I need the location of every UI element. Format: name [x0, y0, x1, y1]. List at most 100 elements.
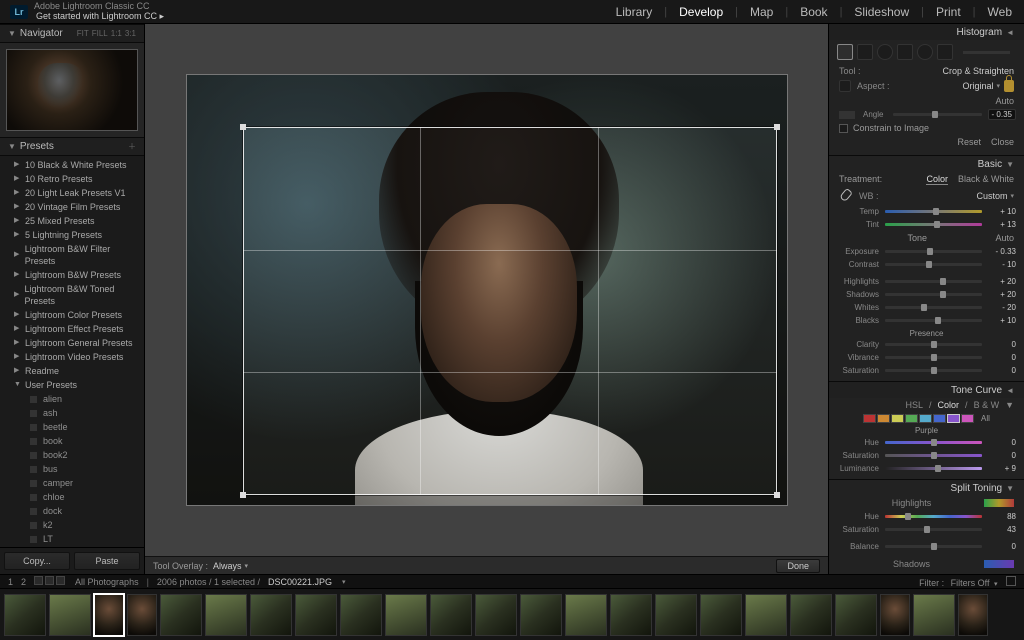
preset-item[interactable]: alien [0, 392, 144, 406]
preset-folder[interactable]: ▶Lightroom B&W Toned Presets [0, 282, 144, 308]
filmstrip[interactable] [0, 588, 1024, 640]
shadows-value[interactable]: + 20 [988, 290, 1016, 299]
blacks-slider[interactable] [885, 319, 982, 322]
navigator-thumbnail[interactable] [0, 43, 144, 137]
tint-slider[interactable] [885, 223, 982, 226]
filename-caret-icon[interactable]: ▾ [342, 578, 346, 586]
done-button[interactable]: Done [776, 559, 820, 573]
preset-item[interactable]: beetle [0, 420, 144, 434]
preset-item[interactable]: LT [0, 532, 144, 546]
wb-eyedropper-icon[interactable] [839, 189, 853, 203]
filmstrip-thumb[interactable] [295, 594, 337, 636]
split-hue-value[interactable]: 88 [988, 512, 1016, 521]
module-develop[interactable]: Develop [677, 3, 725, 21]
clarity-value[interactable]: 0 [988, 340, 1016, 349]
hsl-sat-slider[interactable] [885, 454, 982, 457]
highlights-slider[interactable] [885, 280, 982, 283]
spot-tool-button[interactable] [857, 44, 873, 60]
preset-item[interactable]: dock [0, 504, 144, 518]
saturation-value[interactable]: 0 [988, 366, 1016, 375]
module-library[interactable]: Library [614, 3, 655, 21]
brush-tool-button[interactable] [937, 44, 953, 60]
module-book[interactable]: Book [798, 3, 829, 21]
split-hue-slider[interactable] [885, 515, 982, 518]
filter-value[interactable]: Filters Off [951, 578, 990, 588]
preset-folder[interactable]: ▶Lightroom B&W Filter Presets [0, 242, 144, 268]
filter-caret-icon[interactable]: ▾ [994, 581, 998, 588]
filmstrip-thumb[interactable] [160, 594, 202, 636]
crop-handle-bl[interactable] [240, 492, 246, 498]
filmstrip-thumb[interactable] [385, 594, 427, 636]
preset-folder[interactable]: ▶Lightroom General Presets [0, 336, 144, 350]
wb-dropdown-icon[interactable]: ▾ [1010, 192, 1014, 200]
hsl-hue-value[interactable]: 0 [988, 438, 1016, 447]
crop-reset-link[interactable]: Reset [957, 137, 981, 147]
preset-item[interactable]: bus [0, 462, 144, 476]
get-started-link[interactable]: Get started with Lightroom CC ▸ [36, 11, 164, 22]
tool-overlay-caret-icon[interactable]: ▾ [245, 562, 249, 570]
split-sat-slider[interactable] [885, 528, 982, 531]
filmstrip-thumb[interactable] [913, 594, 955, 636]
preset-folder[interactable]: ▶10 Black & White Presets [0, 158, 144, 172]
tool-slider[interactable] [963, 51, 1010, 54]
preset-item[interactable]: chloe [0, 490, 144, 504]
vibrance-slider[interactable] [885, 356, 982, 359]
nav-mode-3-1[interactable]: 3:1 [125, 29, 136, 38]
collection-name[interactable]: All Photographs [75, 577, 139, 587]
exposure-value[interactable]: - 0.33 [988, 247, 1016, 256]
tone-curve-panel-header[interactable]: Tone Curve [951, 385, 1002, 396]
hsl-all[interactable]: All [981, 414, 990, 423]
crop-tool-button[interactable] [837, 44, 853, 60]
tool-overlay-value[interactable]: Always [213, 561, 242, 571]
filmstrip-thumb[interactable] [4, 594, 46, 636]
preset-item[interactable]: k2 [0, 518, 144, 532]
angle-value[interactable]: - 0.35 [988, 109, 1016, 120]
filter-lock-icon[interactable] [1006, 576, 1016, 586]
copy-button[interactable]: Copy... [4, 552, 70, 570]
aspect-icon[interactable] [839, 80, 851, 92]
preset-folder-user[interactable]: ▼User Presets [0, 378, 144, 392]
module-print[interactable]: Print [934, 3, 963, 21]
hsl-lum-slider[interactable] [885, 467, 982, 470]
crop-canvas[interactable] [187, 75, 787, 505]
crop-handle-br[interactable] [774, 492, 780, 498]
filmstrip-thumb[interactable] [655, 594, 697, 636]
shadows-slider[interactable] [885, 293, 982, 296]
filmstrip-thumb[interactable] [790, 594, 832, 636]
preset-folder[interactable]: ▶Lightroom B&W Presets [0, 268, 144, 282]
filmstrip-thumb[interactable] [127, 594, 157, 636]
histogram-panel-header[interactable]: Histogram [957, 27, 1003, 38]
filmstrip-thumb[interactable] [565, 594, 607, 636]
aspect-value[interactable]: Original [962, 81, 993, 91]
view-mode-1[interactable]: 1 [8, 577, 13, 587]
angle-auto[interactable]: Auto [995, 96, 1014, 106]
saturation-slider[interactable] [885, 369, 982, 372]
vibrance-value[interactable]: 0 [988, 353, 1016, 362]
preset-folder[interactable]: ▶5 Lightning Presets [0, 228, 144, 242]
contrast-value[interactable]: - 10 [988, 260, 1016, 269]
wb-value[interactable]: Custom [976, 191, 1007, 201]
constrain-checkbox[interactable] [839, 124, 848, 133]
split-balance-slider[interactable] [885, 545, 982, 548]
blacks-value[interactable]: + 10 [988, 316, 1016, 325]
exposure-slider[interactable] [885, 250, 982, 253]
treatment-color[interactable]: Color [926, 174, 948, 185]
filmstrip-thumb[interactable] [250, 594, 292, 636]
hsl-hue-slider[interactable] [885, 441, 982, 444]
color-tab[interactable]: Color [938, 400, 960, 410]
hsl-lum-value[interactable]: + 9 [988, 464, 1016, 473]
preset-folder[interactable]: ▶25 Mixed Presets [0, 214, 144, 228]
add-preset-icon[interactable]: ＋ [128, 141, 136, 152]
preset-folder[interactable]: ▶20 Light Leak Presets V1 [0, 186, 144, 200]
navigator-panel-header[interactable]: ▼ Navigator FITFILL1:13:1 [0, 24, 144, 43]
aspect-dropdown-icon[interactable]: ▾ [996, 82, 1000, 90]
whites-value[interactable]: - 20 [988, 303, 1016, 312]
presets-panel-header[interactable]: ▼ Presets ＋ [0, 137, 144, 156]
preset-folder[interactable]: ▶Lightroom Color Presets [0, 308, 144, 322]
nav-mode-fit[interactable]: FIT [77, 29, 89, 38]
preset-item[interactable]: book [0, 434, 144, 448]
contrast-slider[interactable] [885, 263, 982, 266]
preset-folder[interactable]: ▶10 Retro Presets [0, 172, 144, 186]
angle-slider[interactable] [893, 113, 982, 116]
color-chip-row[interactable]: All [829, 412, 1024, 425]
